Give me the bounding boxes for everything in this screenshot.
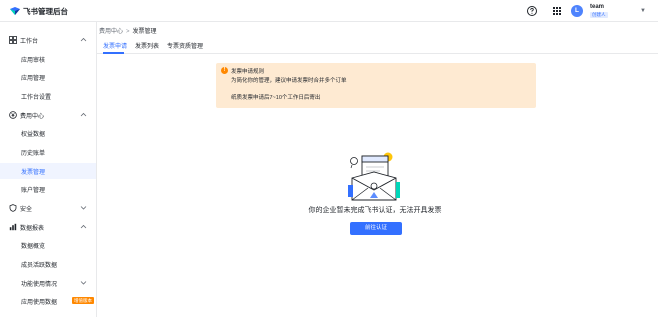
warning-icon: ! [221,67,228,74]
sidebar-item-benefit-data[interactable]: 权益数据 [0,125,96,141]
cost-center-icon [9,111,17,119]
chevron-down-icon [80,281,87,285]
sidebar-item-label: 工作台设置 [21,95,52,101]
tab-special-invoice-qualification[interactable]: 专票资质管理 [167,41,203,50]
sidebar-item-label: 权益数据 [21,132,46,138]
sidebar-group-label: 工作台 [20,39,39,45]
sidebar-item-label: 历史账单 [21,151,46,157]
team-name[interactable]: team [590,4,604,10]
feishu-logo-icon [10,7,20,15]
help-circle-icon[interactable] [526,5,538,17]
sidebar-group-label: 费用中心 [20,114,45,120]
breadcrumb-current: 发票管理 [132,29,157,35]
sidebar-item-label: 数据概览 [21,244,46,250]
sidebar-item-feature-usage[interactable]: 功能使用情况 [0,275,96,291]
sidebar-item-app-usage[interactable]: 应用使用数据 增值版本 [0,293,96,309]
sidebar-item-label: 功能使用情况 [21,282,58,288]
sidebar-group-cost-center[interactable]: 费用中心 [0,107,96,123]
team-avatar[interactable]: L [571,5,583,17]
tab-invoice-list[interactable]: 发票列表 [135,41,159,50]
tab-invoice-apply[interactable]: 发票申请 [103,41,127,50]
sidebar-item-member-activity[interactable]: 成员活跃数据 [0,256,96,272]
invoice-rules-notice: ! 发票申请规则 为简化你的管理，建议申请发票时合并多个订单 纸质发票申请后7~… [216,63,536,108]
notice-title: 发票申请规则 [231,69,265,75]
team-role-badge: 创建人 [590,12,608,18]
breadcrumb-separator: > [126,29,130,35]
chevron-up-icon [80,224,87,229]
notice-line: 为简化你的管理，建议申请发票时合并多个订单 [231,78,347,84]
chevron-down-icon[interactable]: ▼ [640,8,646,14]
grid-apps-icon[interactable] [551,5,563,17]
sidebar-item-data-overview[interactable]: 数据概览 [0,237,96,253]
tab-bar: 发票申请 发票列表 专票资质管理 [97,38,658,54]
sidebar-group-data-reports[interactable]: 数据报表 [0,219,96,235]
sidebar-item-label: 应用管理 [21,76,46,82]
sidebar-item-label: 应用审核 [21,58,46,64]
sidebar-item-label: 应用使用数据 [21,300,58,306]
shield-icon [9,204,17,212]
sidebar-item-invoice-management[interactable]: 发票管理 [0,163,96,179]
sidebar-group-label: 安全 [20,207,33,213]
notice-line: 纸质发票申请后7~10个工作日后寄出 [231,95,321,101]
breadcrumb: 费用中心 > 发票管理 [99,26,157,35]
premium-tag: 增值版本 [72,297,94,304]
chevron-up-icon [80,112,87,117]
sidebar-item-label: 账户管理 [21,188,46,194]
active-tab-indicator [103,52,124,54]
dashboard-icon [9,36,17,44]
chevron-up-icon [80,37,87,42]
chevron-down-icon [80,206,87,210]
sidebar-item-bill-history[interactable]: 历史账单 [0,144,96,160]
app-title: 飞书管理后台 [23,7,68,16]
empty-state-message: 你的企业暂未完成飞书认证，无法开具发票 [308,207,442,214]
sidebar: 工作台 应用审核 应用管理 工作台设置 费用中心 权益数据 历史账单 发票管理 … [0,22,97,317]
sidebar-group-workbench[interactable]: 工作台 [0,32,96,48]
top-bar: 飞书管理后台 L team 创建人 ▼ [0,0,658,22]
sidebar-group-label: 数据报表 [20,226,45,232]
invoice-envelope-illustration [348,152,400,201]
sidebar-group-security[interactable]: 安全 [0,200,96,216]
go-verify-button[interactable]: 前往认证 [350,222,402,235]
sidebar-item-workbench-settings[interactable]: 工作台设置 [0,88,96,104]
report-icon [9,223,17,231]
sidebar-item-label: 成员活跃数据 [21,263,58,269]
breadcrumb-parent[interactable]: 费用中心 [99,29,123,35]
sidebar-item-app-review[interactable]: 应用审核 [0,51,96,67]
sidebar-item-app-management[interactable]: 应用管理 [0,69,96,85]
sidebar-item-account-management[interactable]: 账户管理 [0,181,96,197]
sidebar-item-label: 发票管理 [21,170,46,176]
